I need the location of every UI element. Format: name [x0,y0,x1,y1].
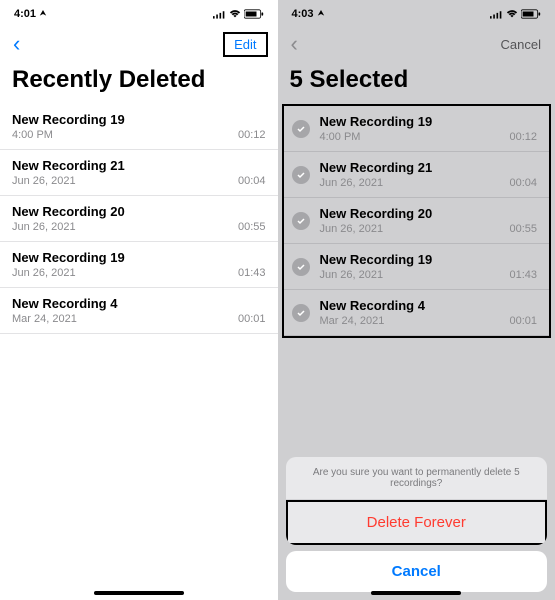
recording-duration: 01:43 [238,267,266,279]
recording-duration: 00:01 [238,313,266,325]
back-button[interactable]: ‹ [10,31,23,57]
list-item[interactable]: New Recording 20 Jun 26, 2021 00:55 [284,198,550,244]
list-item[interactable]: New Recording 4 Mar 24, 2021 00:01 [284,290,550,336]
delete-forever-button[interactable]: Delete Forever [286,500,548,545]
status-time: 4:03 [292,8,314,20]
sheet-cancel-button[interactable]: Cancel [286,551,548,592]
list-item[interactable]: New Recording 19 4:00 PM 00:12 [0,104,278,150]
nav-bar: ‹ Edit [0,28,278,60]
status-time: 4:01 [14,8,36,20]
recordings-list: New Recording 19 4:00 PM 00:12 New Record… [0,104,278,600]
list-item[interactable]: New Recording 19 4:00 PM 00:12 [284,106,550,152]
recording-title: New Recording 21 [320,160,538,175]
status-bar: 4:03 [278,0,555,28]
edit-button[interactable]: Edit [223,32,267,57]
cancel-edit-button[interactable]: Cancel [497,34,545,55]
recording-duration: 00:04 [238,175,266,187]
recording-title: New Recording 20 [320,206,538,221]
list-item[interactable]: New Recording 4 Mar 24, 2021 00:01 [0,288,278,334]
signal-icon [213,10,226,19]
recordings-list-selected: New Recording 19 4:00 PM 00:12 New Record… [284,106,550,336]
status-bar: 4:01 [0,0,278,28]
recording-title: New Recording 19 [320,114,538,129]
back-button-disabled: ‹ [288,31,301,57]
list-item[interactable]: New Recording 21 Jun 26, 2021 00:04 [284,152,550,198]
recording-date: Mar 24, 2021 [320,315,385,327]
recording-title: New Recording 19 [12,112,266,127]
recording-title: New Recording 20 [12,204,266,219]
recording-date: Jun 26, 2021 [320,269,384,281]
recording-date: Jun 26, 2021 [320,223,384,235]
location-icon [39,10,47,18]
recording-date: 4:00 PM [320,131,361,143]
home-indicator[interactable] [94,591,184,595]
recording-title: New Recording 21 [12,158,266,173]
recording-date: 4:00 PM [12,129,53,141]
recording-title: New Recording 19 [320,252,538,267]
selected-list-highlight: New Recording 19 4:00 PM 00:12 New Record… [282,104,552,338]
checkmark-icon[interactable] [292,212,310,230]
checkmark-icon[interactable] [292,166,310,184]
screen-normal-mode: 4:01 ‹ Edit Recently Deleted New Recordi… [0,0,278,600]
recording-date: Jun 26, 2021 [12,267,76,279]
checkmark-icon[interactable] [292,120,310,138]
list-item[interactable]: New Recording 20 Jun 26, 2021 00:55 [0,196,278,242]
battery-icon [521,9,541,19]
recording-title: New Recording 4 [320,298,538,313]
recording-duration: 00:12 [238,129,266,141]
recording-date: Mar 24, 2021 [12,313,77,325]
recording-duration: 00:55 [238,221,266,233]
location-icon [317,10,325,18]
nav-bar: ‹ Cancel [278,28,555,60]
checkmark-icon[interactable] [292,304,310,322]
recording-duration: 00:12 [509,131,537,143]
recording-date: Jun 26, 2021 [12,175,76,187]
wifi-icon [229,9,241,19]
action-sheet: Are you sure you want to permanently del… [286,457,548,592]
recording-title: New Recording 4 [12,296,266,311]
signal-icon [490,10,503,19]
recording-title: New Recording 19 [12,250,266,265]
sheet-message: Are you sure you want to permanently del… [286,457,548,500]
list-item[interactable]: New Recording 21 Jun 26, 2021 00:04 [0,150,278,196]
page-title: Recently Deleted [0,60,278,104]
recording-date: Jun 26, 2021 [320,177,384,189]
home-indicator[interactable] [371,591,461,595]
recording-duration: 01:43 [509,269,537,281]
battery-icon [244,9,264,19]
recording-duration: 00:01 [509,315,537,327]
screen-edit-mode: 4:03 ‹ Cancel 5 Selected New Recording 1… [278,0,555,600]
recording-duration: 00:04 [509,177,537,189]
recording-date: Jun 26, 2021 [12,221,76,233]
list-item[interactable]: New Recording 19 Jun 26, 2021 01:43 [0,242,278,288]
recording-duration: 00:55 [509,223,537,235]
list-item[interactable]: New Recording 19 Jun 26, 2021 01:43 [284,244,550,290]
wifi-icon [506,9,518,19]
checkmark-icon[interactable] [292,258,310,276]
page-title: 5 Selected [278,60,555,104]
